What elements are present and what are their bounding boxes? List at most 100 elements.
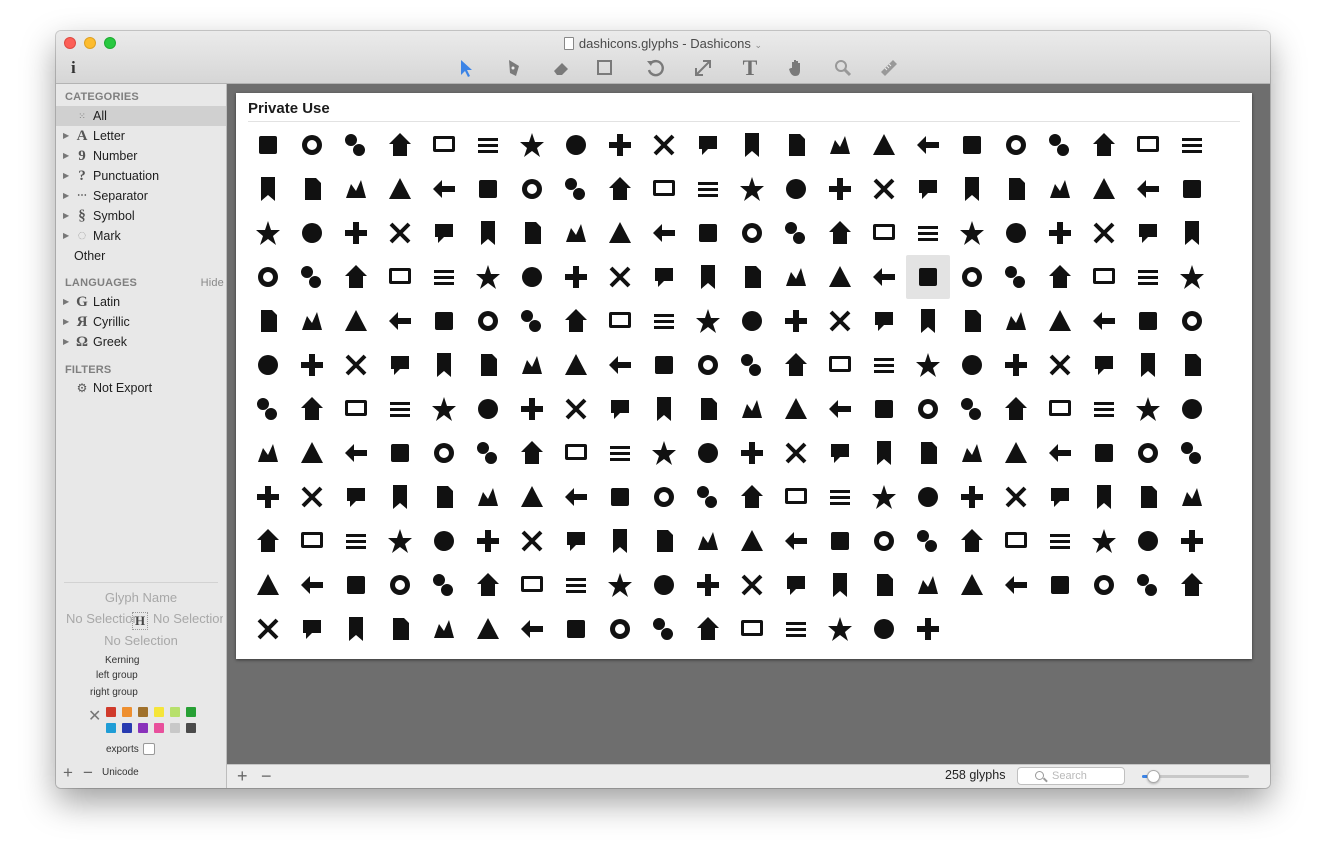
glyph-cell[interactable]	[246, 299, 290, 343]
sidebar-item-cyrillic[interactable]: ▶ Я Cyrillic	[56, 312, 226, 332]
color-swatch[interactable]	[122, 707, 132, 717]
glyph-cell[interactable]	[950, 387, 994, 431]
glyph-cell[interactable]	[774, 255, 818, 299]
color-swatch[interactable]	[138, 707, 148, 717]
glyph-cell[interactable]	[1038, 431, 1082, 475]
glyph-cell[interactable]	[378, 563, 422, 607]
glyph-cell[interactable]	[598, 299, 642, 343]
glyph-cell[interactable]	[1082, 343, 1126, 387]
right-metric-field[interactable]: No Selection	[153, 611, 223, 626]
glyph-cell[interactable]	[642, 299, 686, 343]
glyph-cell[interactable]	[334, 431, 378, 475]
glyph-cell[interactable]	[246, 255, 290, 299]
glyph-cell[interactable]	[774, 299, 818, 343]
glyph-cell[interactable]	[730, 431, 774, 475]
glyph-cell[interactable]	[422, 607, 466, 651]
glyph-cell[interactable]	[510, 167, 554, 211]
glyph-cell[interactable]	[994, 211, 1038, 255]
glyph-cell[interactable]	[994, 431, 1038, 475]
glyph-cell[interactable]	[1038, 255, 1082, 299]
glyph-cell[interactable]	[422, 343, 466, 387]
glyph-cell[interactable]	[818, 475, 862, 519]
glyph-cell[interactable]	[774, 343, 818, 387]
glyph-cell[interactable]	[466, 167, 510, 211]
zoom-slider-knob[interactable]	[1146, 770, 1160, 783]
glyph-cell[interactable]	[642, 563, 686, 607]
glyph-cell[interactable]	[862, 299, 906, 343]
rotate-tool[interactable]	[642, 56, 668, 80]
glyph-cell[interactable]	[290, 343, 334, 387]
glyph-cell[interactable]	[466, 431, 510, 475]
glyph-cell[interactable]	[378, 123, 422, 167]
glyph-name-field[interactable]: Glyph Name	[56, 590, 226, 605]
glyph-cell[interactable]	[730, 299, 774, 343]
glyph-cell[interactable]	[1038, 343, 1082, 387]
glyph-cell[interactable]	[510, 475, 554, 519]
glyph-cell[interactable]	[510, 211, 554, 255]
glyph-cell[interactable]	[290, 167, 334, 211]
glyph-cell[interactable]	[862, 431, 906, 475]
chevron-down-icon[interactable]: ⌄	[755, 40, 763, 50]
glyph-cell[interactable]	[994, 519, 1038, 563]
zoom-slider[interactable]	[1142, 770, 1249, 783]
glyph-cell[interactable]	[1170, 387, 1214, 431]
glyph-cell[interactable]	[642, 431, 686, 475]
glyph-cell[interactable]	[554, 255, 598, 299]
glyph-cell[interactable]	[950, 475, 994, 519]
glyph-cell[interactable]	[862, 255, 906, 299]
glyph-cell[interactable]	[598, 255, 642, 299]
glyph-cell[interactable]	[290, 607, 334, 651]
glyph-cell[interactable]	[1082, 255, 1126, 299]
glyph-cell[interactable]	[950, 519, 994, 563]
glyph-cell[interactable]	[1126, 475, 1170, 519]
glyph-cell[interactable]	[1170, 123, 1214, 167]
glyph-cell[interactable]	[334, 167, 378, 211]
glyph-cell[interactable]	[686, 387, 730, 431]
glyph-cell[interactable]	[334, 607, 378, 651]
glyph-cell[interactable]	[466, 123, 510, 167]
glyph-cell[interactable]	[862, 607, 906, 651]
glyph-cell[interactable]	[466, 343, 510, 387]
pen-tool[interactable]	[501, 56, 527, 80]
glyph-cell[interactable]	[510, 431, 554, 475]
glyph-cell[interactable]	[246, 387, 290, 431]
disclosure-triangle-icon[interactable]: ▶	[63, 186, 69, 206]
glyph-cell[interactable]	[818, 299, 862, 343]
glyph-cell[interactable]	[994, 167, 1038, 211]
glyph-cell[interactable]	[950, 343, 994, 387]
clear-color-icon[interactable]: ✕	[88, 706, 101, 726]
glyph-cell[interactable]	[598, 607, 642, 651]
glyph-cell[interactable]	[554, 299, 598, 343]
glyph-cell[interactable]	[554, 519, 598, 563]
glyph-cell[interactable]	[554, 343, 598, 387]
glyph-cell[interactable]	[686, 607, 730, 651]
glyph-cell[interactable]	[1038, 387, 1082, 431]
glyph-cell[interactable]	[378, 167, 422, 211]
glyph-cell[interactable]	[510, 607, 554, 651]
measure-tool[interactable]	[876, 56, 902, 80]
glyph-cell[interactable]	[422, 211, 466, 255]
glyph-cell[interactable]	[378, 431, 422, 475]
glyph-cell[interactable]	[598, 167, 642, 211]
glyph-cell[interactable]	[554, 167, 598, 211]
glyph-cell[interactable]	[1126, 431, 1170, 475]
glyph-cell[interactable]	[906, 431, 950, 475]
glyph-cell[interactable]	[334, 343, 378, 387]
primitives-tool[interactable]	[592, 56, 618, 80]
glyph-cell[interactable]	[994, 343, 1038, 387]
glyph-cell[interactable]	[1170, 299, 1214, 343]
glyph-cell[interactable]	[334, 211, 378, 255]
glyph-cell[interactable]	[686, 431, 730, 475]
glyph-cell[interactable]	[686, 211, 730, 255]
glyph-cell[interactable]	[1038, 299, 1082, 343]
glyph-cell[interactable]	[1126, 123, 1170, 167]
glyph-cell[interactable]	[1082, 167, 1126, 211]
glyph-cell[interactable]	[334, 123, 378, 167]
glyph-cell[interactable]	[730, 343, 774, 387]
glyph-cell[interactable]	[1170, 167, 1214, 211]
glyph-cell[interactable]	[862, 123, 906, 167]
glyph-cell[interactable]	[510, 123, 554, 167]
glyph-cell[interactable]	[334, 299, 378, 343]
glyph-cell[interactable]	[290, 255, 334, 299]
glyph-cell[interactable]	[1126, 299, 1170, 343]
